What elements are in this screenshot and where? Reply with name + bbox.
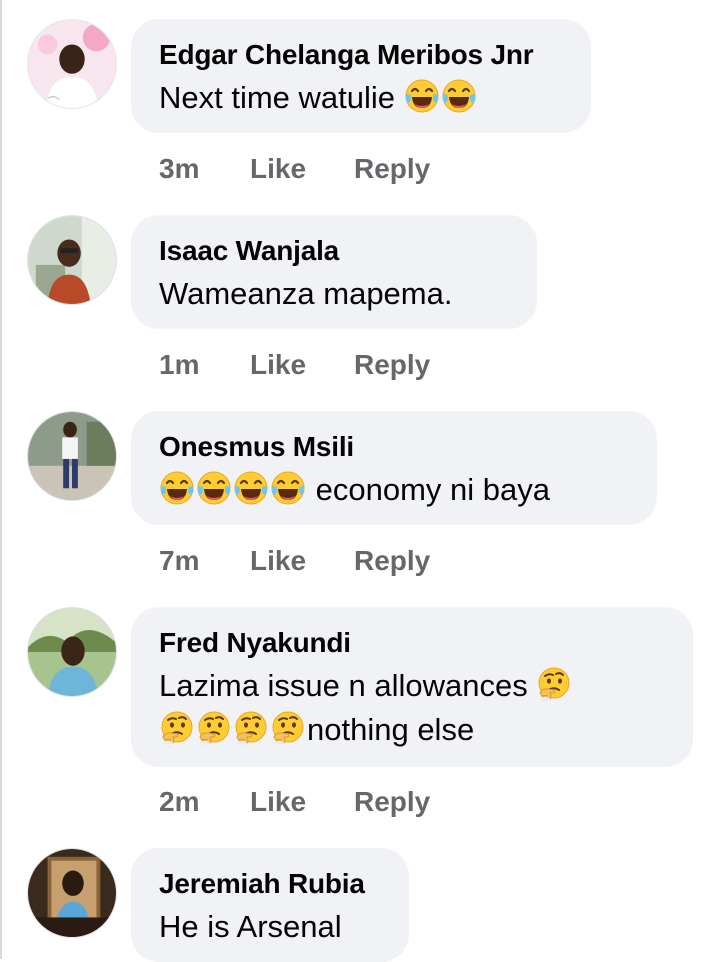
reply-button[interactable]: Reply — [354, 786, 430, 818]
like-button[interactable]: Like — [250, 545, 306, 577]
laughing-crying-icon — [270, 470, 306, 506]
comment-author[interactable]: Isaac Wanjala — [159, 234, 511, 268]
thinking-face-icon — [233, 710, 269, 746]
laughing-crying-icon — [196, 470, 232, 506]
left-border — [0, 0, 2, 959]
avatar[interactable] — [27, 215, 117, 305]
comment-time[interactable]: 3m — [159, 153, 199, 185]
comment-text: Next time watulie — [159, 76, 565, 120]
laughing-crying-icon — [404, 78, 440, 114]
comment-text: He is Arsenal — [159, 909, 342, 944]
laughing-crying-icon — [441, 78, 477, 114]
thinking-face-icon — [270, 710, 306, 746]
avatar[interactable] — [27, 19, 117, 109]
comment-text: Lazima issue n allowances — [159, 664, 667, 708]
thinking-face-icon — [159, 710, 195, 746]
thinking-face-icon — [196, 710, 232, 746]
comment-bubble: Onesmus Msili economy ni baya — [131, 411, 657, 525]
comment-bubble: Edgar Chelanga Meribos Jnr Next time wat… — [131, 19, 591, 133]
comment-text: Wameanza mapema. — [159, 276, 453, 311]
comment-bubble: Fred Nyakundi Lazima issue n allowances … — [131, 607, 693, 767]
comment-author[interactable]: Onesmus Msili — [159, 430, 631, 464]
comment-author[interactable]: Edgar Chelanga Meribos Jnr — [159, 38, 565, 72]
like-button[interactable]: Like — [250, 349, 306, 381]
avatar[interactable] — [27, 848, 117, 938]
avatar[interactable] — [27, 607, 117, 697]
like-button[interactable]: Like — [250, 786, 306, 818]
comment-time[interactable]: 2m — [159, 786, 199, 818]
comment-time[interactable]: 7m — [159, 545, 199, 577]
comment-bubble: Jeremiah Rubia He is Arsenal — [131, 848, 409, 962]
reply-button[interactable]: Reply — [354, 349, 430, 381]
like-button[interactable]: Like — [250, 153, 306, 185]
comment-text: economy ni baya — [159, 468, 631, 512]
comment-text-line2: nothing else — [159, 708, 667, 752]
comment-time[interactable]: 1m — [159, 349, 199, 381]
reply-button[interactable]: Reply — [354, 153, 430, 185]
comment-bubble: Isaac Wanjala Wameanza mapema. — [131, 215, 537, 329]
avatar[interactable] — [27, 411, 117, 501]
laughing-crying-icon — [233, 470, 269, 506]
reply-button[interactable]: Reply — [354, 545, 430, 577]
comment-author[interactable]: Jeremiah Rubia — [159, 867, 383, 901]
thinking-face-icon — [536, 666, 572, 702]
laughing-crying-icon — [159, 470, 195, 506]
comment-author[interactable]: Fred Nyakundi — [159, 626, 667, 660]
